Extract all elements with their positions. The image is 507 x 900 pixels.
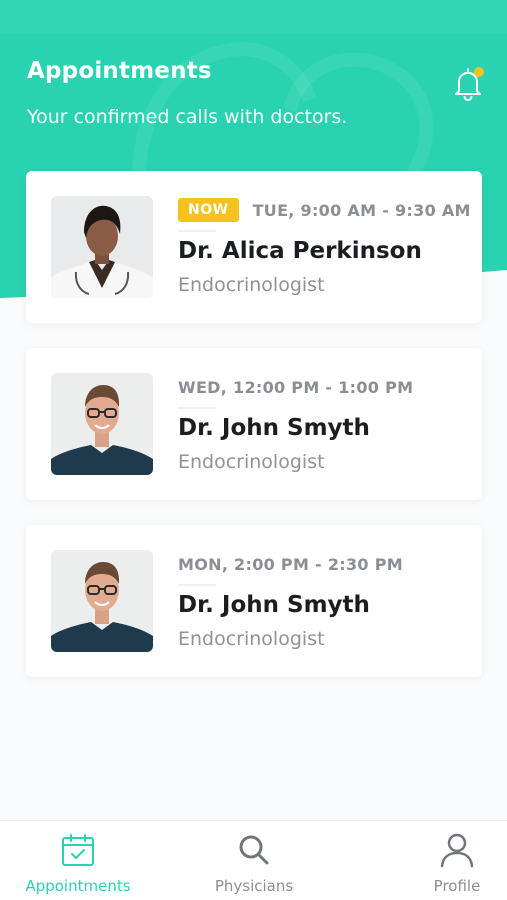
tab-profile[interactable]: Profile <box>424 821 490 900</box>
page-subtitle: Your confirmed calls with doctors. <box>27 106 348 128</box>
user-icon <box>440 833 474 868</box>
divider <box>178 584 216 586</box>
appointment-time: WED, 12:00 PM - 1:00 PM <box>178 377 414 397</box>
tab-label: Appointments <box>25 877 131 895</box>
doctor-avatar <box>51 373 153 475</box>
bell-icon <box>455 67 484 101</box>
page-title: Appointments <box>27 58 212 84</box>
doctor-avatar <box>51 196 153 298</box>
notification-dot <box>474 67 484 77</box>
appointment-card[interactable]: WED, 12:00 PM - 1:00 PM Dr. John Smyth E… <box>26 348 482 500</box>
divider <box>178 407 216 409</box>
bottom-tab-bar: Appointments Physicians Profile <box>0 820 507 900</box>
doctor-specialty: Endocrinologist <box>178 451 325 473</box>
appointment-card[interactable]: MON, 2:00 PM - 2:30 PM Dr. John Smyth En… <box>26 525 482 677</box>
tab-appointments[interactable]: Appointments <box>17 821 139 900</box>
tab-physicians[interactable]: Physicians <box>206 821 302 900</box>
appointment-card[interactable]: NOW TUE, 9:00 AM - 9:30 AM Dr. Alica Per… <box>26 171 482 323</box>
doctor-name: Dr. Alica Perkinson <box>178 238 422 264</box>
search-icon <box>239 835 269 865</box>
tab-label: Profile <box>433 877 481 895</box>
appointment-time: TUE, 9:00 AM - 9:30 AM <box>252 200 471 220</box>
doctor-specialty: Endocrinologist <box>178 274 325 296</box>
doctor-specialty: Endocrinologist <box>178 628 325 650</box>
notifications-button[interactable] <box>448 64 488 104</box>
doctor-name: Dr. John Smyth <box>178 592 370 618</box>
calendar-check-icon <box>62 834 94 866</box>
status-badge: NOW <box>178 198 239 222</box>
status-bar <box>0 0 507 34</box>
tab-label: Physicians <box>214 877 294 895</box>
appointment-time: MON, 2:00 PM - 2:30 PM <box>178 554 403 574</box>
doctor-avatar <box>51 550 153 652</box>
appointment-list: NOW TUE, 9:00 AM - 9:30 AM Dr. Alica Per… <box>26 171 482 702</box>
divider <box>178 230 216 232</box>
doctor-name: Dr. John Smyth <box>178 415 370 441</box>
